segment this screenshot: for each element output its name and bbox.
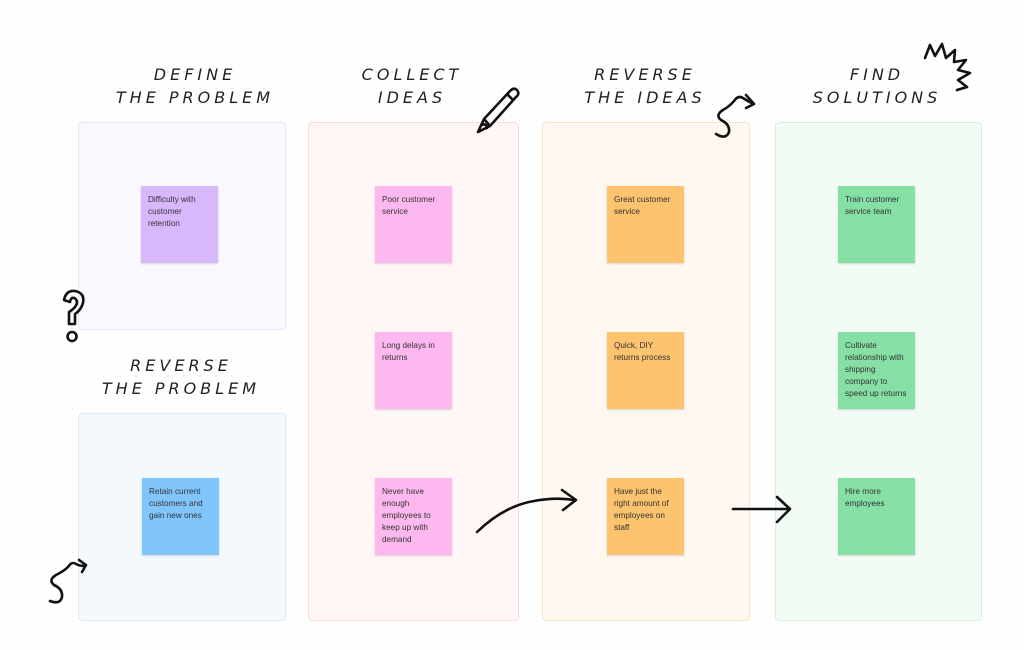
sticky-note[interactable]: Have just the right amount of employees … (607, 478, 684, 555)
zigzag-icon (923, 42, 972, 92)
sticky-note[interactable]: Quick, DIY returns process (607, 332, 684, 409)
straight-arrow-icon (731, 495, 792, 524)
sticky-note[interactable]: Never have enough employees to keep up w… (375, 478, 452, 555)
title-reverse-problem: Reverse the problem (101, 356, 261, 398)
sticky-note[interactable]: Great customer service (607, 186, 684, 263)
pencil-icon (476, 87, 520, 134)
sticky-note[interactable]: Train customer service team (838, 186, 915, 263)
sticky-note[interactable]: Retain current customers and gain new on… (142, 478, 219, 555)
title-define: Define the problem (115, 65, 275, 107)
curved-arrow-icon (475, 488, 578, 534)
question-mark-icon (62, 289, 85, 343)
sticky-note[interactable]: Long delays in returns (375, 332, 452, 409)
sticky-note[interactable]: Hire more employees (838, 478, 915, 555)
sticky-note[interactable]: Difficulty with customer retention (141, 186, 218, 263)
squiggle-arrow-icon (714, 93, 756, 138)
sticky-note[interactable]: Cultivate relationship with shipping com… (838, 332, 915, 409)
sticky-note[interactable]: Poor customer service (375, 186, 452, 263)
squiggle-arrow-icon (48, 558, 88, 604)
